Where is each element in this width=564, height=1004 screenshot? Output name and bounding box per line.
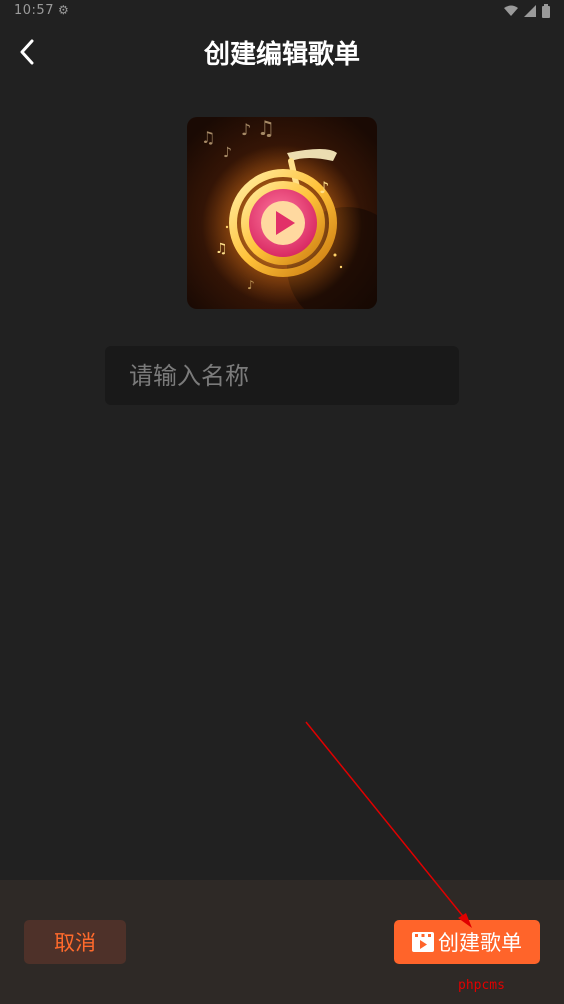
create-playlist-button[interactable]: 创建歌单 xyxy=(394,920,540,964)
svg-text:♪: ♪ xyxy=(223,145,232,161)
wifi-icon xyxy=(504,5,518,16)
status-icons xyxy=(504,4,550,18)
settings-gear-icon: ⚙ xyxy=(58,3,69,17)
status-bar: 10:57 ⚙ xyxy=(0,0,564,24)
svg-text:♫: ♫ xyxy=(257,117,275,140)
status-time: 10:57 xyxy=(14,3,54,18)
cancel-button[interactable]: 取消 xyxy=(24,920,126,964)
svg-text:♫: ♫ xyxy=(201,128,215,147)
svg-text:♪: ♪ xyxy=(319,178,329,197)
svg-text:♪: ♪ xyxy=(241,120,251,139)
header: 创建编辑歌单 xyxy=(0,24,564,80)
video-play-icon xyxy=(412,932,434,952)
watermark-text: phpcms xyxy=(458,978,505,993)
playlist-cover[interactable]: ♫ ♪ ♫ ♪ ♪ ♫ ♪ xyxy=(187,117,377,309)
signal-icon xyxy=(524,5,536,17)
create-playlist-label: 创建歌单 xyxy=(438,931,522,955)
name-input-container xyxy=(105,346,459,405)
battery-icon xyxy=(542,4,550,18)
svg-text:♪: ♪ xyxy=(247,278,255,292)
svg-text:♫: ♫ xyxy=(215,241,228,257)
cancel-label: 取消 xyxy=(54,931,96,955)
page-title: 创建编辑歌单 xyxy=(203,40,360,70)
name-input[interactable] xyxy=(105,346,459,405)
music-play-disc-icon: ♫ ♪ ♫ ♪ ♪ ♫ ♪ xyxy=(187,117,377,309)
